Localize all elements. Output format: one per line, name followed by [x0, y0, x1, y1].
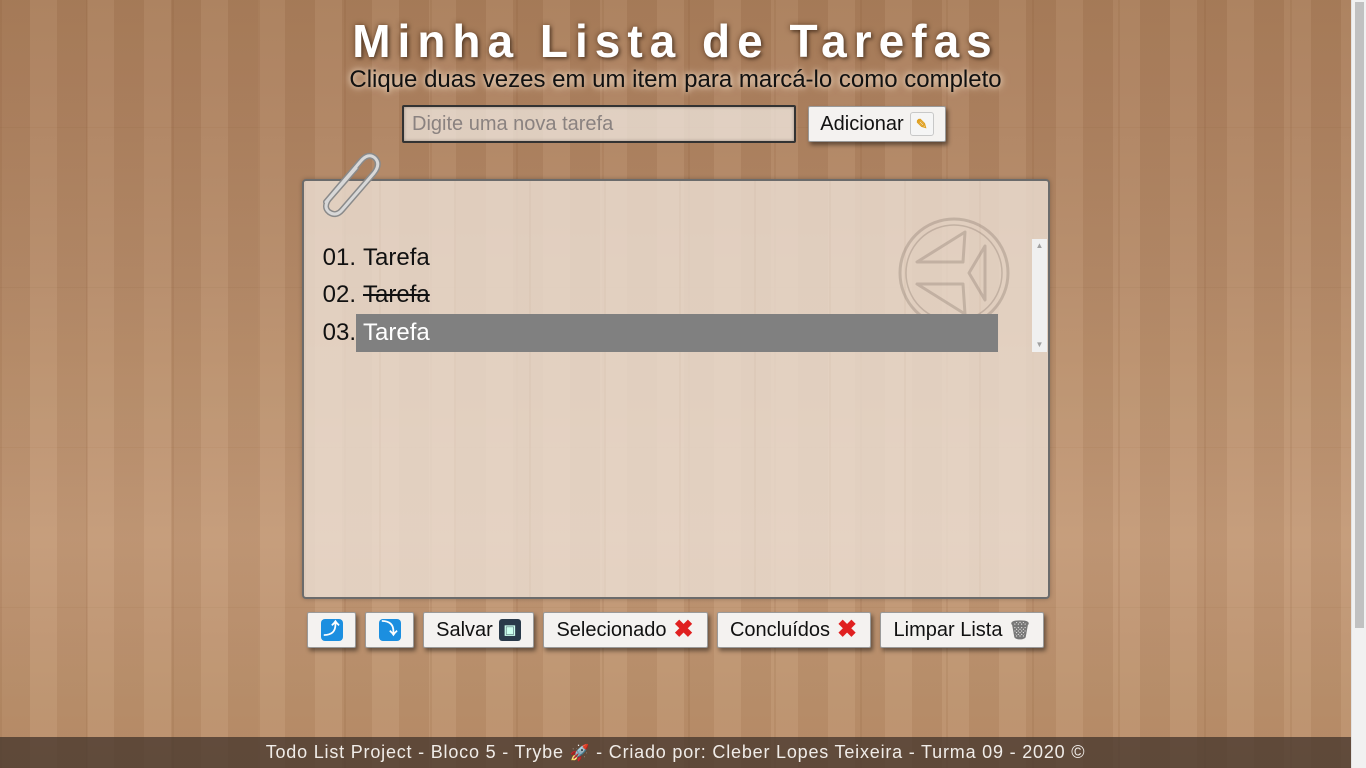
floppy-disk-icon: ▣ [498, 619, 521, 641]
task-text[interactable]: Tarefa [356, 277, 998, 315]
task-list-scrollbar[interactable]: ▲ ▼ [1032, 239, 1047, 352]
task-number: 03. [322, 318, 356, 346]
page-subtitle: Clique duas vezes em um item para marcá-… [349, 66, 1002, 93]
clear-list-button[interactable]: Limpar Lista 🗑 [880, 612, 1044, 648]
arrow-down-icon: ⤵ [378, 619, 401, 641]
remove-selected-button[interactable]: Selecionado ✖ [543, 612, 708, 648]
remove-completed-button[interactable]: Concluídos ✖ [717, 612, 871, 648]
new-task-input[interactable] [402, 105, 796, 143]
task-text[interactable]: Tarefa [356, 314, 998, 352]
save-label: Salvar [436, 618, 493, 641]
page-scrollbar-thumb[interactable] [1355, 2, 1364, 628]
move-down-button[interactable]: ⤵ [365, 612, 414, 648]
page-title: Minha Lista de Tarefas [352, 15, 999, 67]
cross-mark-icon: ✖ [836, 616, 858, 643]
scroll-down-arrow-icon[interactable]: ▼ [1032, 338, 1047, 352]
move-up-button[interactable]: ⤴ [307, 612, 356, 648]
wastebasket-icon: 🗑 [1008, 620, 1032, 640]
footer-text-start: Todo List Project - Bloco 5 - Trybe [265, 742, 564, 762]
task-number: 02. [322, 281, 356, 309]
task-list-scroll-area[interactable]: 01. Tarefa 02. Tarefa 03. Tarefa [316, 239, 1048, 352]
task-item[interactable]: 03. Tarefa [316, 314, 1048, 352]
task-item[interactable]: 02. Tarefa [316, 277, 1048, 315]
clear-list-label: Limpar Lista [893, 618, 1003, 641]
save-tasks-button[interactable]: Salvar ▣ [423, 612, 534, 648]
remove-completed-label: Concluídos [729, 618, 831, 641]
scroll-up-arrow-icon[interactable]: ▲ [1032, 239, 1047, 253]
cross-mark-icon: ✖ [673, 616, 694, 643]
page-footer: Todo List Project - Bloco 5 - Trybe 🚀 - … [0, 737, 1351, 768]
task-item[interactable]: 01. Tarefa [316, 239, 1048, 277]
add-task-button[interactable]: Adicionar ✎ [808, 106, 946, 142]
task-number: 01. [322, 243, 356, 271]
add-task-label: Adicionar [820, 112, 904, 135]
rocket-icon: 🚀 [569, 745, 591, 762]
memo-icon: ✎ [909, 112, 934, 136]
task-list: 01. Tarefa 02. Tarefa 03. Tarefa [316, 239, 1048, 352]
remove-selected-label: Selecionado [556, 618, 667, 641]
footer-text-end: - Criado por: Cleber Lopes Teixeira - Tu… [596, 742, 1086, 762]
task-text[interactable]: Tarefa [356, 239, 998, 277]
arrow-up-icon: ⤴ [320, 619, 343, 641]
paperclip-icon [323, 152, 381, 218]
page-scrollbar[interactable] [1351, 0, 1366, 768]
